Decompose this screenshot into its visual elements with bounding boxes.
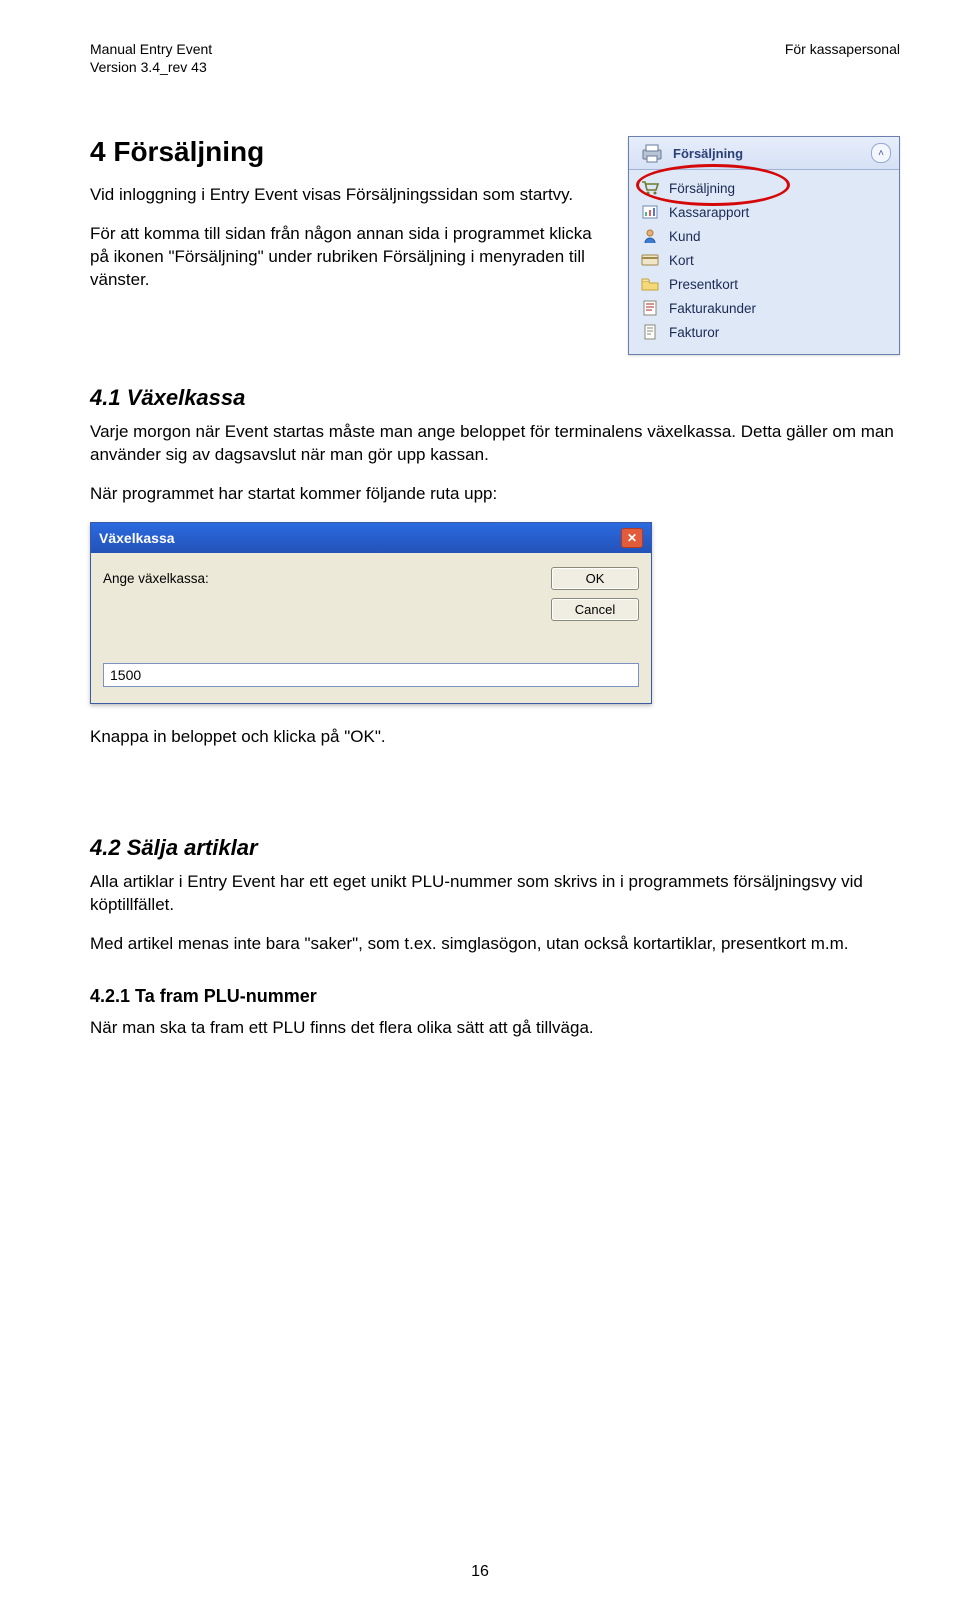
sidebar-item-presentkort[interactable]: Presentkort [633,272,895,296]
page-icon [639,323,661,341]
sidebar-item-label: Kort [669,253,889,268]
sidebar-title: Försäljning [673,146,871,161]
dialog-titlebar[interactable]: Växelkassa ✕ [91,523,651,553]
heading-4-2: 4.2 Sälja artiklar [90,835,900,861]
intro-paragraph-1: Vid inloggning i Entry Event visas Försä… [90,184,604,207]
sidebar-item-fakturakunder[interactable]: Fakturakunder [633,296,895,320]
intro-paragraph-2: För att komma till sidan från någon anna… [90,223,604,292]
sidebar-item-label: Fakturor [669,325,889,340]
invoice-icon [639,299,661,317]
sidebar-item-forsaljning[interactable]: Försäljning [633,176,895,200]
sidebar-item-kassarapport[interactable]: Kassarapport [633,200,895,224]
cart-icon [639,179,661,197]
paragraph-421: När man ska ta fram ett PLU finns det fl… [90,1017,900,1040]
header-left-1: Manual Entry Event [90,40,212,58]
ok-button[interactable]: OK [551,567,639,590]
vaxelkassa-input[interactable] [103,663,639,687]
cancel-button[interactable]: Cancel [551,598,639,621]
chevron-up-icon[interactable]: ˄ [871,143,891,163]
header-left-2: Version 3.4_rev 43 [90,58,212,76]
paragraph-41c: Knappa in beloppet och klicka på "OK". [90,726,900,749]
heading-4-2-1: 4.2.1 Ta fram PLU-nummer [90,986,900,1007]
vaxelkassa-dialog: Växelkassa ✕ Ange växelkassa: OK Cancel [90,522,652,704]
sidebar-item-fakturor[interactable]: Fakturor [633,320,895,344]
paragraph-41b: När programmet har startat kommer följan… [90,483,900,506]
report-icon [639,203,661,221]
sidebar-item-label: Fakturakunder [669,301,889,316]
page-number: 16 [471,1563,489,1581]
heading-4-1: 4.1 Växelkassa [90,385,900,411]
paragraph-42b: Med artikel menas inte bara "saker", som… [90,933,900,956]
sidebar-item-label: Presentkort [669,277,889,292]
person-icon [639,227,661,245]
sidebar-screenshot: Försäljning ˄ Försäljning Kassara [628,136,900,355]
sidebar-header[interactable]: Försäljning ˄ [629,137,899,170]
card-icon [639,251,661,269]
close-icon[interactable]: ✕ [621,528,643,548]
printer-icon [637,141,667,165]
paragraph-42a: Alla artiklar i Entry Event har ett eget… [90,871,900,917]
paragraph-41a: Varje morgon när Event startas måste man… [90,421,900,467]
folder-icon [639,275,661,293]
heading-4: 4 Försäljning [90,136,604,168]
sidebar-item-kund[interactable]: Kund [633,224,895,248]
dialog-title-text: Växelkassa [99,530,175,546]
header-right: För kassapersonal [785,40,900,58]
page-header: Manual Entry Event Version 3.4_rev 43 Fö… [90,40,900,76]
sidebar-item-label: Försäljning [669,181,889,196]
sidebar-item-label: Kund [669,229,889,244]
sidebar-item-label: Kassarapport [669,205,889,220]
sidebar-item-kort[interactable]: Kort [633,248,895,272]
dialog-label: Ange växelkassa: [103,567,537,586]
